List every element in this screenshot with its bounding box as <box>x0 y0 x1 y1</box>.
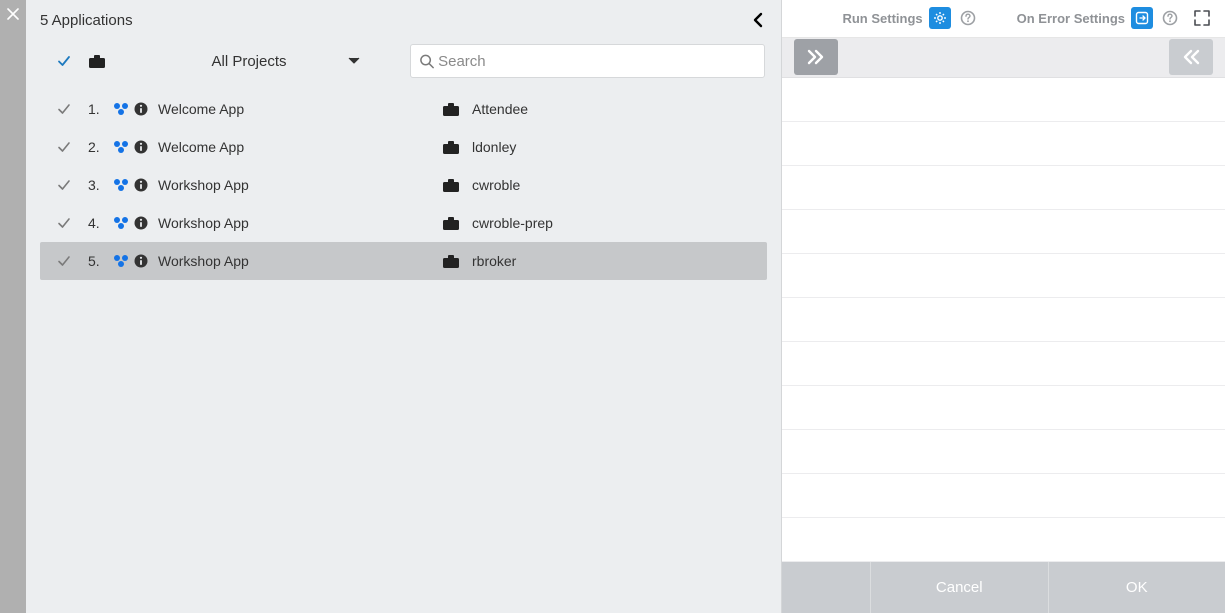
blank-row <box>782 386 1225 430</box>
row-number: 5. <box>88 253 112 269</box>
app-row[interactable]: 4. Workshop App cwroble-prep <box>40 204 767 242</box>
close-icon[interactable] <box>7 8 19 20</box>
blank-row <box>782 122 1225 166</box>
info-icon[interactable] <box>134 216 156 230</box>
applications-panel: 5 Applications All Projects <box>26 0 782 613</box>
blank-row <box>782 210 1225 254</box>
filter-row: All Projects <box>26 40 781 90</box>
panel-title: 5 Applications <box>40 12 133 29</box>
info-icon[interactable] <box>134 140 156 154</box>
project-name: ldonley <box>472 139 763 155</box>
blank-row <box>782 430 1225 474</box>
briefcase-icon <box>442 177 472 193</box>
project-select[interactable]: All Projects <box>110 53 370 70</box>
help-icon-2[interactable] <box>1159 7 1181 29</box>
row-number: 2. <box>88 139 112 155</box>
help-icon[interactable] <box>957 7 979 29</box>
app-row[interactable]: 3. Workshop App cwroble <box>40 166 767 204</box>
rows-area <box>782 78 1225 562</box>
row-number: 1. <box>88 101 112 117</box>
briefcase-icon <box>88 53 110 69</box>
row-number: 3. <box>88 177 112 193</box>
info-icon[interactable] <box>134 254 156 268</box>
briefcase-icon <box>442 253 472 269</box>
run-settings-label: Run Settings <box>842 11 922 26</box>
app-name: Workshop App <box>156 253 442 269</box>
briefcase-icon <box>442 215 472 231</box>
briefcase-icon <box>442 101 472 117</box>
info-icon[interactable] <box>134 102 156 116</box>
right-pane: Run Settings On Error Settings <box>782 0 1225 613</box>
gear-icon[interactable] <box>929 7 951 29</box>
app-name: Welcome App <box>156 101 442 117</box>
blank-row <box>782 474 1225 518</box>
app-icon <box>112 215 134 231</box>
expand-icon[interactable] <box>1191 7 1213 29</box>
nav-row <box>782 38 1225 78</box>
app-row[interactable]: 2. Welcome App ldonley <box>40 128 767 166</box>
app-name: Workshop App <box>156 215 442 231</box>
app-icon <box>112 139 134 155</box>
cancel-button[interactable]: Cancel <box>870 562 1048 613</box>
row-number: 4. <box>88 215 112 231</box>
blank-row <box>782 254 1225 298</box>
blank-row <box>782 298 1225 342</box>
app-icon <box>112 101 134 117</box>
footer-filler <box>782 562 870 613</box>
project-name: Attendee <box>472 101 763 117</box>
row-check-icon[interactable] <box>40 101 88 117</box>
project-name: rbroker <box>472 253 763 269</box>
row-check-icon[interactable] <box>40 139 88 155</box>
project-name: cwroble <box>472 177 763 193</box>
info-icon[interactable] <box>134 178 156 192</box>
left-strip <box>0 0 26 613</box>
app-icon <box>112 177 134 193</box>
briefcase-icon <box>442 139 472 155</box>
row-check-icon[interactable] <box>40 215 88 231</box>
app-list: 1. Welcome App Attendee 2. Welcome App ldonle… <box>26 90 781 280</box>
footer-bar: Cancel OK <box>782 562 1225 613</box>
project-select-label: All Projects <box>150 53 348 70</box>
collapse-icon[interactable] <box>749 10 767 30</box>
app-name: Workshop App <box>156 177 442 193</box>
panel-header: 5 Applications <box>26 0 781 40</box>
app-row[interactable]: 1. Welcome App Attendee <box>40 90 767 128</box>
blank-row <box>782 342 1225 386</box>
error-settings-label: On Error Settings <box>1017 11 1125 26</box>
select-all-check-icon[interactable] <box>40 53 88 69</box>
search-box[interactable] <box>410 44 765 78</box>
row-check-icon[interactable] <box>40 177 88 193</box>
error-settings-icon[interactable] <box>1131 7 1153 29</box>
nav-next-button[interactable] <box>794 39 838 75</box>
search-icon <box>419 53 434 69</box>
blank-row <box>782 518 1225 562</box>
ok-button[interactable]: OK <box>1048 562 1225 613</box>
blank-row <box>782 166 1225 210</box>
right-toolbar: Run Settings On Error Settings <box>782 0 1225 38</box>
app-row[interactable]: 5. Workshop App rbroker <box>40 242 767 280</box>
app-icon <box>112 253 134 269</box>
nav-prev-button[interactable] <box>1169 39 1213 75</box>
search-input[interactable] <box>438 53 756 70</box>
project-name: cwroble-prep <box>472 215 763 231</box>
blank-row <box>782 78 1225 122</box>
row-check-icon[interactable] <box>40 253 88 269</box>
caret-down-icon <box>348 57 370 65</box>
app-name: Welcome App <box>156 139 442 155</box>
